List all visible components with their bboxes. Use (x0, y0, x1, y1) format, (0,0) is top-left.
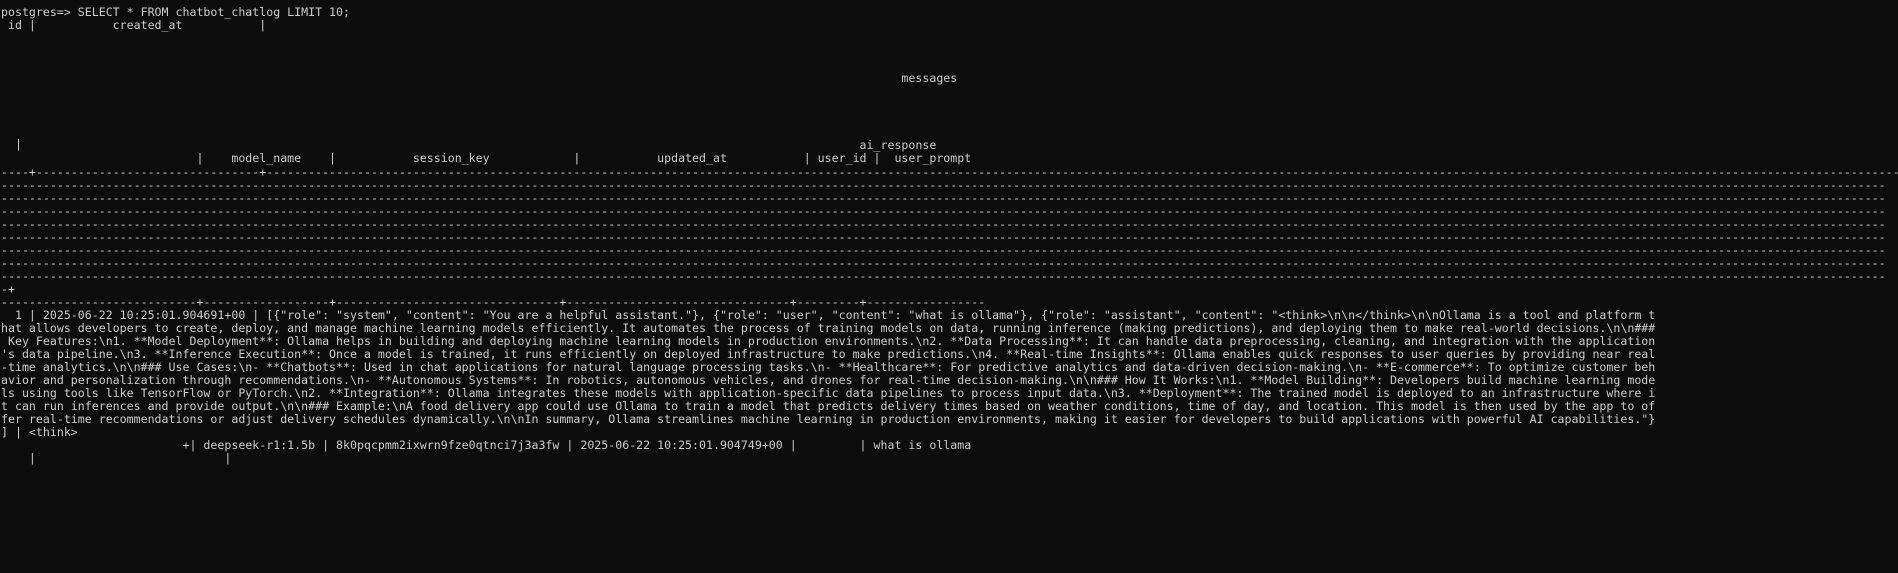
column-header-messages: messages (1, 71, 958, 85)
result-row-line: | | (1, 451, 232, 465)
result-row-line: fer real-time recommendations or adjust … (1, 412, 1656, 426)
column-header-line-1: id | created_at | (1, 18, 267, 32)
terminal-window[interactable]: postgres=> SELECT * FROM chatbot_chatlog… (0, 0, 1898, 573)
separator-line: ----------------------------------------… (1, 269, 1886, 283)
